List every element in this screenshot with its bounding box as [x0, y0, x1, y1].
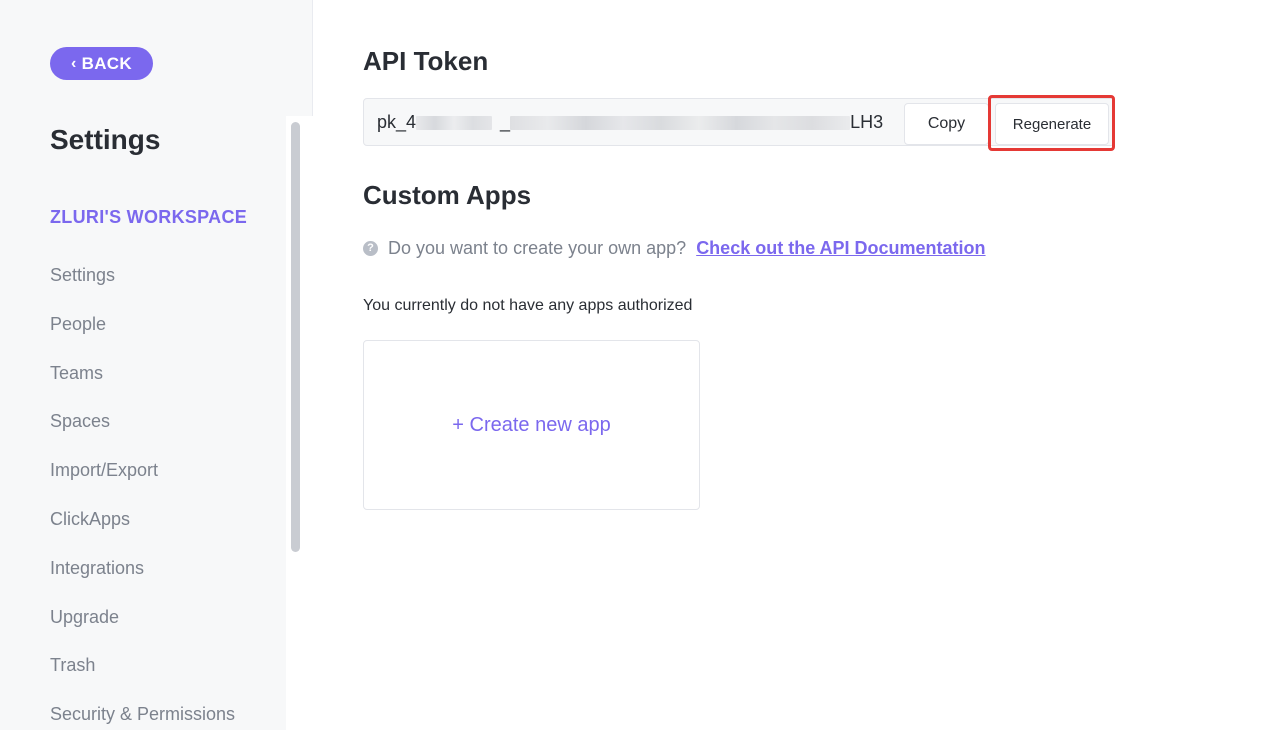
workspace-name[interactable]: ZLURI'S WORKSPACE: [50, 207, 247, 228]
copy-token-button[interactable]: Copy: [904, 103, 989, 145]
create-new-app-label: + Create new app: [452, 413, 611, 436]
sidebar-item-security[interactable]: Security & Permissions: [50, 701, 235, 750]
sidebar-nav: Settings People Teams Spaces Import/Expo…: [50, 262, 235, 750]
settings-sidebar: ‹ BACK Settings ZLURI'S WORKSPACE Settin…: [0, 0, 313, 730]
sidebar-item-settings[interactable]: Settings: [50, 262, 235, 311]
api-help-row: ? Do you want to create your own app? Ch…: [363, 238, 986, 259]
token-suffix: LH3: [850, 112, 884, 132]
sidebar-item-spaces[interactable]: Spaces: [50, 408, 235, 457]
back-label: BACK: [81, 53, 132, 73]
sidebar-scrollbar[interactable]: [291, 122, 300, 552]
sidebar-item-integrations[interactable]: Integrations: [50, 555, 235, 604]
no-apps-message: You currently do not have any apps autho…: [363, 297, 693, 314]
sidebar-item-trash[interactable]: Trash: [50, 652, 235, 701]
chevron-left-icon: ‹: [71, 54, 77, 72]
token-prefix: pk_4: [377, 112, 417, 132]
api-token-value: pk_4 _ LH3: [377, 112, 883, 133]
back-button[interactable]: ‹ BACK: [50, 47, 153, 80]
api-token-heading: API Token: [363, 46, 489, 76]
sidebar-item-people[interactable]: People: [50, 311, 235, 360]
sidebar-item-clickapps[interactable]: ClickApps: [50, 506, 235, 555]
token-mid: _: [500, 112, 511, 132]
sidebar-item-import-export[interactable]: Import/Export: [50, 457, 235, 506]
sidebar-item-upgrade[interactable]: Upgrade: [50, 604, 235, 653]
token-gap: [492, 116, 500, 130]
token-blur-segment: [510, 116, 851, 131]
custom-apps-heading: Custom Apps: [363, 180, 532, 210]
question-circle-icon: ?: [363, 241, 378, 256]
sidebar-title: Settings: [50, 124, 161, 155]
sidebar-item-teams[interactable]: Teams: [50, 360, 235, 409]
create-new-app-card[interactable]: + Create new app: [363, 340, 700, 510]
help-text: Do you want to create your own app?: [388, 238, 687, 258]
api-documentation-link[interactable]: Check out the API Documentation: [696, 238, 985, 259]
regenerate-token-button[interactable]: Regenerate: [995, 103, 1109, 145]
token-blur-segment: [416, 116, 493, 131]
